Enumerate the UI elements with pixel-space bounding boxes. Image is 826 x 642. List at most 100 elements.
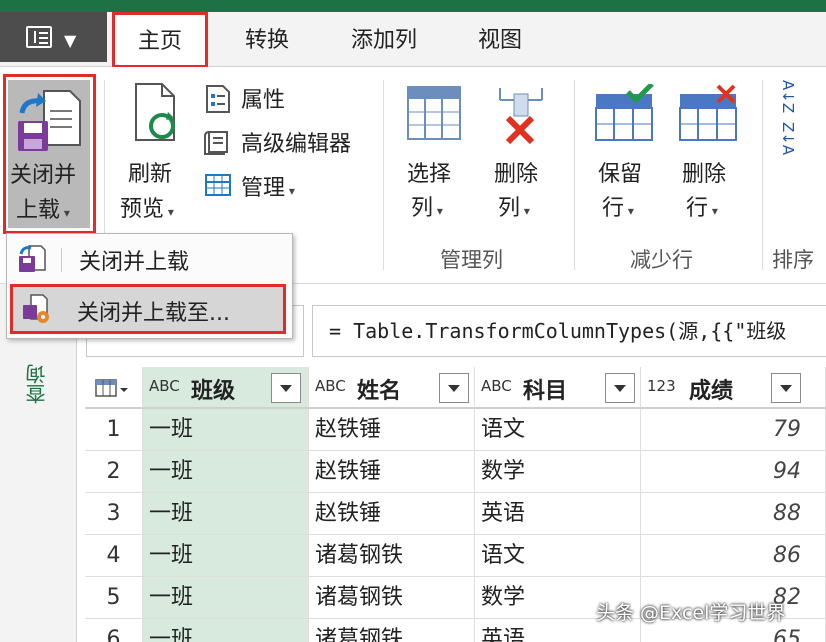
row-number[interactable]: 3 bbox=[85, 493, 143, 535]
menu-item-label: 关闭并上载至... bbox=[77, 301, 230, 326]
close-load-icon bbox=[18, 90, 81, 151]
ribbon-separator bbox=[383, 80, 384, 270]
tab-view[interactable]: 视图 bbox=[462, 12, 538, 66]
keep-rows-button[interactable]: 保留 行 ▾ bbox=[586, 80, 668, 230]
tab-transform[interactable]: 转换 bbox=[225, 12, 309, 66]
tab-home[interactable]: 主页 bbox=[112, 12, 208, 68]
manage-button[interactable]: 管理 ▾ bbox=[203, 168, 323, 204]
advanced-editor-button[interactable]: 高级编辑器 bbox=[203, 124, 373, 160]
manage-table-icon bbox=[205, 174, 231, 196]
column-header-label: 姓名 bbox=[357, 379, 402, 404]
column-header-subject[interactable]: ABC 科目 bbox=[475, 367, 641, 409]
keep-rows-icon bbox=[595, 84, 654, 141]
close-load-to-icon bbox=[23, 294, 49, 323]
table-cell[interactable]: 86 bbox=[641, 535, 826, 577]
table-cell[interactable]: 94 bbox=[641, 451, 826, 493]
row-number[interactable]: 1 bbox=[85, 409, 143, 451]
table-menu-button[interactable] bbox=[85, 367, 143, 409]
table-cell[interactable]: 数学 bbox=[475, 451, 641, 493]
remove-rows-button[interactable]: 删除 行 ▾ bbox=[670, 80, 752, 230]
table-cell[interactable]: 语文 bbox=[475, 409, 641, 451]
remove-columns-button[interactable]: 删除 列 ▾ bbox=[482, 80, 564, 230]
menu-item-close-load[interactable]: 关闭并上载 bbox=[7, 234, 290, 284]
table-cell[interactable]: 一班 bbox=[143, 493, 309, 535]
column-header-label: 班级 bbox=[191, 379, 236, 404]
row-number[interactable]: 5 bbox=[85, 577, 143, 619]
column-header-label: 成绩 bbox=[689, 379, 734, 404]
row-number[interactable]: 6 bbox=[85, 619, 143, 642]
refresh-label-line2: 预览 ▾ bbox=[120, 197, 174, 222]
menu-separator bbox=[61, 248, 62, 272]
title-bar bbox=[0, 0, 826, 12]
close-load-label-line2: 上载 ▾ bbox=[16, 198, 70, 223]
table-cell[interactable]: 一班 bbox=[143, 535, 309, 577]
table-cell[interactable]: 诸葛钢铁 bbox=[309, 619, 475, 642]
table-cell[interactable]: 赵铁锤 bbox=[309, 409, 475, 451]
filter-dropdown-icon[interactable] bbox=[271, 373, 301, 403]
file-menu-button[interactable]: ▼ bbox=[0, 12, 107, 62]
menu-item-close-load-to[interactable]: 关闭并上载至... bbox=[10, 284, 286, 334]
column-header-label: 科目 bbox=[523, 379, 568, 404]
keep-rows-line1: 保留 bbox=[598, 162, 643, 187]
group-reduce-rows: 减少行 bbox=[630, 248, 693, 272]
table-cell[interactable]: 一班 bbox=[143, 619, 309, 642]
refresh-label-line1: 刷新 bbox=[128, 162, 173, 187]
menu-item-label: 关闭并上载 bbox=[79, 250, 190, 275]
column-header-name[interactable]: ABC 姓名 bbox=[309, 367, 475, 409]
refresh-preview-button[interactable]: 刷新 预览 ▾ bbox=[112, 78, 196, 228]
properties-icon bbox=[206, 85, 230, 113]
table-cell[interactable]: 赵铁锤 bbox=[309, 451, 475, 493]
table-cell[interactable]: 79 bbox=[641, 409, 826, 451]
filter-dropdown-icon[interactable] bbox=[439, 373, 469, 403]
row-number[interactable]: 2 bbox=[85, 451, 143, 493]
table-cell[interactable]: 一班 bbox=[143, 577, 309, 619]
manage-label: 管理 ▾ bbox=[241, 176, 295, 201]
remove-columns-icon bbox=[499, 88, 543, 145]
choose-columns-icon bbox=[407, 86, 461, 140]
filter-dropdown-icon[interactable] bbox=[771, 373, 801, 403]
text-type-icon: ABC bbox=[149, 377, 180, 395]
chevron-down-icon: ▼ bbox=[64, 31, 77, 50]
table-cell[interactable]: 英语 bbox=[475, 493, 641, 535]
formula-bar[interactable]: = Table.TransformColumnTypes(源,{{"班级 bbox=[312, 305, 826, 357]
column-header-score[interactable]: 123 成绩 bbox=[641, 367, 826, 409]
advanced-editor-icon bbox=[204, 131, 228, 155]
refresh-icon bbox=[135, 83, 175, 141]
watermark: 头条 @Excel学习世界 bbox=[596, 602, 786, 624]
table-cell[interactable]: 诸葛钢铁 bbox=[309, 535, 475, 577]
table-cell[interactable]: 诸葛钢铁 bbox=[309, 577, 475, 619]
close-load-icon bbox=[19, 245, 46, 272]
remove-columns-line1: 删除 bbox=[494, 162, 539, 187]
text-type-icon: ABC bbox=[481, 377, 512, 395]
choose-columns-line2: 列 ▾ bbox=[411, 196, 443, 221]
ribbon-separator bbox=[574, 80, 575, 270]
choose-columns-line1: 选择 bbox=[407, 162, 452, 187]
remove-columns-line2: 列 ▾ bbox=[498, 196, 530, 221]
text-type-icon: ABC bbox=[315, 377, 346, 395]
sort-ascending-icon: A↓Z bbox=[779, 80, 797, 114]
table-cell[interactable]: 88 bbox=[641, 493, 826, 535]
filter-dropdown-icon[interactable] bbox=[605, 373, 635, 403]
ribbon-separator bbox=[762, 80, 763, 270]
table-cell[interactable]: 一班 bbox=[143, 409, 309, 451]
table-cell[interactable]: 赵铁锤 bbox=[309, 493, 475, 535]
table-cell[interactable]: 一班 bbox=[143, 451, 309, 493]
properties-button[interactable]: 属性 bbox=[203, 80, 373, 116]
advanced-editor-label: 高级编辑器 bbox=[241, 132, 352, 157]
sort-descending-button[interactable]: Z↓A bbox=[779, 122, 820, 162]
sort-ascending-button[interactable]: A↓Z bbox=[779, 80, 820, 120]
remove-rows-line1: 删除 bbox=[682, 162, 727, 187]
group-manage-columns: 管理列 bbox=[440, 248, 503, 272]
choose-columns-button[interactable]: 选择 列 ▾ bbox=[395, 80, 477, 230]
close-load-label-line1: 关闭并 bbox=[10, 163, 77, 188]
table-cell[interactable]: 语文 bbox=[475, 535, 641, 577]
file-menu-icon bbox=[26, 26, 52, 48]
row-number[interactable]: 4 bbox=[85, 535, 143, 577]
sort-descending-icon: Z↓A bbox=[779, 122, 797, 156]
tab-add-column[interactable]: 添加列 bbox=[336, 12, 432, 66]
column-header-class[interactable]: ABC 班级 bbox=[143, 367, 309, 409]
keep-rows-line2: 行 ▾ bbox=[602, 196, 634, 221]
remove-rows-line2: 行 ▾ bbox=[686, 196, 718, 221]
close-load-button[interactable]: 关闭并 上载 ▾ bbox=[3, 74, 96, 234]
remove-rows-icon bbox=[679, 84, 737, 141]
